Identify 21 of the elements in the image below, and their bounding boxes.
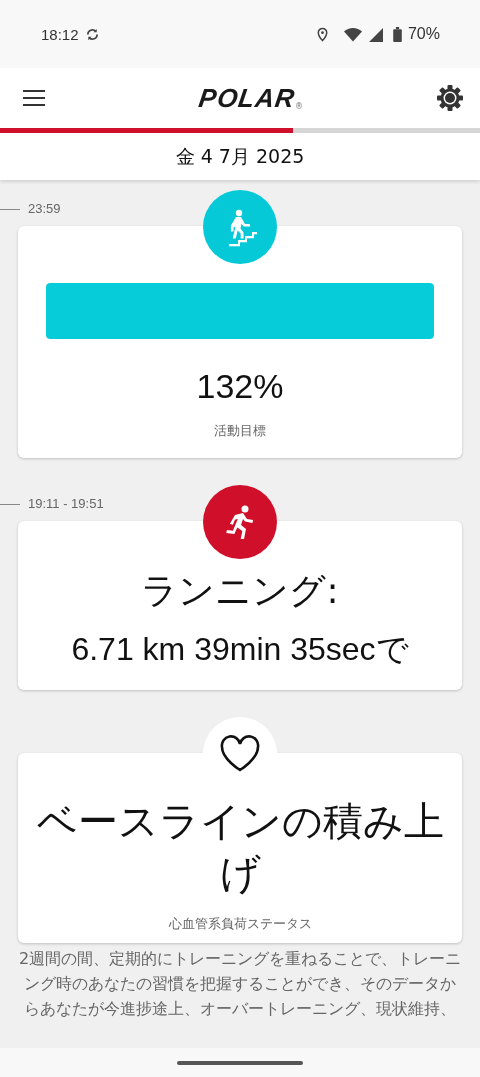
date-bar[interactable]: 金 4 7月 2025	[0, 133, 480, 180]
entry-time: 19:11 - 19:51	[28, 496, 104, 511]
battery-icon	[392, 26, 402, 42]
description-text: 2週間の間、定期的にトレーニングを重ねることで、トレーニング時のあなたの習慣を把握することができ、そのデータからあなたが今進捗途上、オーバートレーニング、現状維持、	[18, 948, 462, 1020]
training-summary: 6.71 km 39min 35secで	[71, 630, 409, 669]
status-label: 心血管系負荷ステータス	[168, 915, 312, 933]
signal-icon	[367, 26, 383, 42]
card-background[interactable]: 132% 活動目標	[18, 226, 462, 458]
registered-mark: ®	[295, 101, 303, 111]
sync-icon	[84, 26, 100, 42]
wifi-icon	[343, 26, 362, 42]
card-background[interactable]: ランニング: 6.71 km 39min 35secで	[18, 521, 462, 690]
goal-label: 活動目標	[214, 422, 266, 440]
goal-percent: 132%	[196, 367, 284, 406]
training-title: ランニング:	[141, 569, 339, 613]
card-background[interactable]: ベースラインの積み上げ 心血管系負荷ステータス	[18, 753, 462, 943]
battery-level: 70%	[407, 25, 440, 43]
entry-time: 23:59	[28, 201, 61, 216]
home-handle[interactable]	[177, 1060, 303, 1065]
status-time: 18:12	[41, 25, 79, 43]
status-title: ベースラインの積み上げ	[35, 797, 445, 898]
